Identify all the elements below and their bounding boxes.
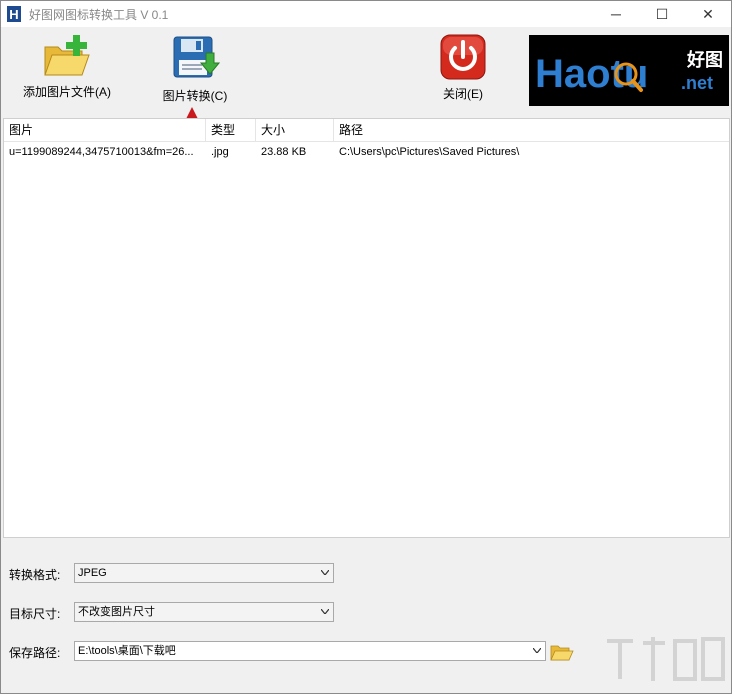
path-label: 保存路径: — [9, 646, 61, 660]
format-value: JPEG — [78, 567, 107, 579]
minimize-icon: ─ — [611, 6, 621, 22]
size-label: 目标尺寸: — [9, 607, 61, 621]
toolbar: 添加图片文件(A) 图片转换(C) 关闭(E) Haotu 好图 .net — [1, 27, 731, 241]
size-select[interactable]: 不改变图片尺寸 — [74, 602, 334, 622]
maximize-icon: ☐ — [655, 5, 669, 22]
logo-text-net: .net — [681, 73, 713, 93]
save-disk-icon — [173, 36, 220, 78]
chevron-down-icon — [533, 648, 541, 653]
app-icon-letter: H — [9, 7, 18, 22]
size-value: 不改变图片尺寸 — [78, 606, 155, 618]
add-folder-icon — [44, 35, 90, 76]
close-app-button[interactable]: 关闭(E) — [423, 33, 503, 102]
convert-button[interactable]: 图片转换(C) — [151, 33, 239, 104]
column-header-path[interactable]: 路径 — [334, 119, 731, 142]
app-window: H 好图网图标转换工具 V 0.1 ─ ☐ ✕ 添加图片文件(A) 图片转换(C… — [0, 0, 732, 694]
browse-folder-icon[interactable] — [550, 643, 574, 661]
cell-type: .jpg — [211, 146, 229, 158]
column-header-size[interactable]: 大小 — [256, 119, 334, 142]
list-header: 图片 类型 大小 路径 — [4, 119, 729, 142]
chevron-down-icon — [321, 570, 329, 575]
cell-size: 23.88 KB — [261, 146, 307, 158]
save-path-combobox[interactable]: E:\tools\桌面\下载吧 — [74, 641, 546, 661]
column-header-type[interactable]: 类型 — [206, 119, 256, 142]
app-logo-icon: H — [7, 6, 21, 22]
add-image-button[interactable]: 添加图片文件(A) — [23, 33, 111, 100]
close-app-label: 关闭(E) — [443, 87, 483, 101]
file-list[interactable]: 图片 类型 大小 路径 u=1199089244,3475710013&fm=2… — [3, 118, 730, 538]
cell-name: u=1199089244,3475710013&fm=26... — [9, 146, 194, 158]
format-select[interactable]: JPEG — [74, 563, 334, 583]
add-image-label: 添加图片文件(A) — [23, 85, 111, 99]
logo-text-cn: 好图 — [686, 49, 723, 71]
save-path-value: E:\tools\桌面\下载吧 — [78, 645, 176, 657]
watermark-logo — [607, 637, 725, 681]
maximize-button[interactable]: ☐ — [639, 1, 685, 27]
window-title: 好图网图标转换工具 V 0.1 — [29, 8, 169, 22]
logo-text-main: Haotu — [535, 52, 648, 96]
format-label: 转换格式: — [9, 568, 61, 582]
convert-label: 图片转换(C) — [162, 89, 228, 103]
chevron-down-icon — [321, 609, 329, 614]
table-row[interactable]: u=1199089244,3475710013&fm=26... .jpg 23… — [4, 143, 729, 161]
cell-path: C:\Users\pc\Pictures\Saved Pictures\ — [339, 146, 520, 158]
close-window-button[interactable]: ✕ — [685, 1, 731, 27]
column-header-image[interactable]: 图片 — [4, 119, 206, 142]
power-icon — [440, 34, 486, 80]
title-bar[interactable]: H 好图网图标转换工具 V 0.1 ─ ☐ ✕ — [1, 1, 731, 27]
haotu-logo: Haotu 好图 .net — [529, 35, 729, 106]
close-icon: ✕ — [702, 5, 714, 22]
minimize-button[interactable]: ─ — [593, 1, 639, 27]
